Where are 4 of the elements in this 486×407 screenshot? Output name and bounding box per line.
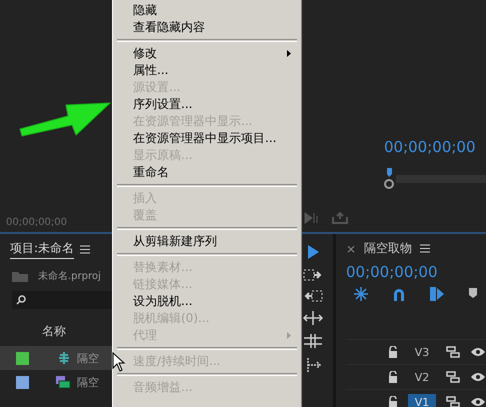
- timecode: 00;00;00;00: [6, 217, 68, 228]
- timecode: 00;00;00;00: [346, 263, 439, 281]
- timecode: 00;00;00;00: [384, 138, 477, 156]
- project-file: 未命名.prproj: [38, 270, 101, 283]
